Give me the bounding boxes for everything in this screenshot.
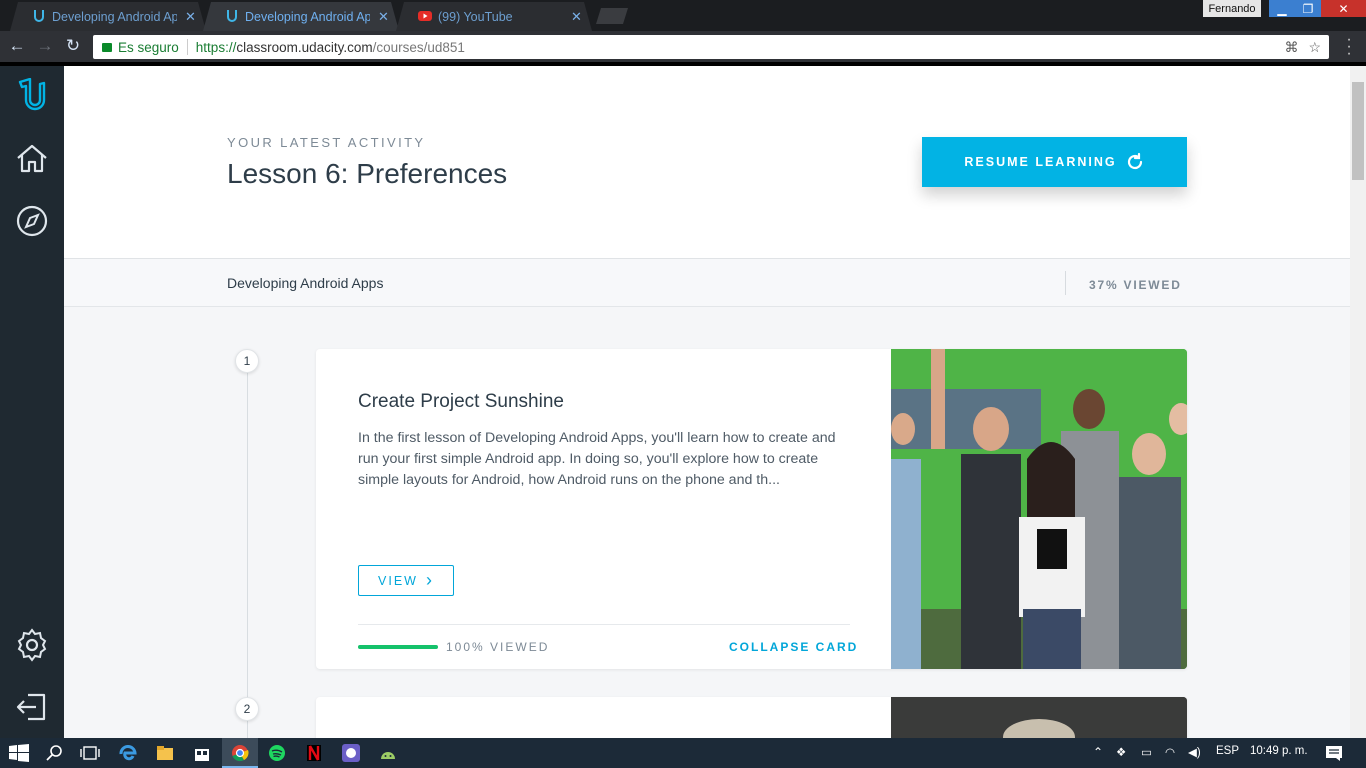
volume-icon[interactable]: ◀): [1188, 745, 1201, 759]
lock-icon: [102, 42, 112, 52]
lesson-card: Create Project Sunshine In the first les…: [316, 349, 1187, 669]
screen: { "browser": { "tabs": [ {"label": "Deve…: [0, 0, 1366, 768]
course-viewed-percent: 37% VIEWED: [1089, 278, 1182, 292]
lesson-card-photo: [891, 697, 1187, 738]
lesson-progress-fill: [358, 645, 438, 649]
gear-icon[interactable]: [14, 627, 50, 663]
latest-activity-kicker: YOUR LATEST ACTIVITY: [227, 135, 426, 150]
divider: [186, 39, 188, 55]
netflix-icon[interactable]: [304, 744, 324, 762]
close-window-icon[interactable]: ✕: [1321, 0, 1366, 17]
url-scheme: https://: [195, 39, 237, 55]
browser-tab-2[interactable]: Developing Android App ✕: [203, 2, 399, 31]
udacity-logo-icon[interactable]: [14, 78, 50, 114]
scrollbar-thumb[interactable]: [1352, 82, 1364, 180]
udacity-icon: [32, 9, 46, 23]
security-label: Es seguro: [118, 39, 179, 55]
tab-label: Developing Android App: [245, 9, 370, 24]
wifi-icon[interactable]: ◠: [1165, 745, 1175, 759]
new-tab-button[interactable]: [596, 8, 628, 24]
url-text: https://classroom.udacity.com/courses/ud…: [196, 40, 465, 55]
windows-start-icon[interactable]: [9, 744, 29, 762]
logout-icon[interactable]: [14, 689, 50, 725]
lesson-step-number: 2: [235, 697, 259, 721]
course-bar: Developing Android Apps 37% VIEWED: [64, 258, 1350, 307]
tab-label: (99) YouTube: [438, 9, 513, 24]
youtube-icon: [418, 9, 432, 23]
refresh-icon: [1127, 152, 1142, 170]
lesson-title: Lesson 6: Preferences: [227, 158, 508, 189]
lesson-card: [316, 697, 1187, 738]
chrome-taskbar-item[interactable]: [222, 738, 258, 768]
close-tab-icon[interactable]: ✕: [185, 9, 196, 25]
app-purple-icon[interactable]: [341, 744, 361, 762]
restore-icon[interactable]: ❐: [1295, 0, 1321, 17]
udacity-sidebar: [0, 66, 64, 738]
lesson-step-number: 1: [235, 349, 259, 373]
compass-icon[interactable]: [14, 203, 50, 239]
divider: [358, 624, 850, 625]
windows-taskbar: ⌃ ❖ ▭ ◠ ◀) ESP 10:49 p. m.: [0, 738, 1366, 768]
forward-icon[interactable]: →: [34, 35, 56, 57]
browser-tab-3[interactable]: (99) YouTube ✕: [396, 2, 592, 31]
search-icon[interactable]: [45, 744, 65, 762]
lesson-card-title: Create Project Sunshine: [358, 391, 564, 412]
edge-icon[interactable]: [118, 744, 138, 762]
task-view-icon[interactable]: [80, 744, 100, 762]
course-name: Developing Android Apps: [227, 275, 384, 291]
close-tab-icon[interactable]: ✕: [378, 9, 389, 25]
resume-learning-label: RESUME LEARNING: [964, 155, 1117, 169]
lesson-progress-label: 100% VIEWED: [446, 640, 550, 654]
url-path: /courses/ud851: [372, 39, 465, 55]
lesson-photo-image: [891, 697, 1187, 738]
view-label: VIEW: [378, 573, 418, 588]
system-clock[interactable]: 10:49 p. m.: [1250, 745, 1308, 757]
tab-label: Developing Android App: [52, 9, 177, 24]
chevron-right-icon: ›: [425, 570, 434, 590]
reload-icon[interactable]: ↻: [62, 35, 84, 57]
url-host: classroom.udacity.com: [236, 39, 373, 55]
translate-icon[interactable]: ⌘: [1284, 39, 1298, 56]
lesson-card-photo: [891, 349, 1187, 669]
browser-tab-1[interactable]: Developing Android App ✕: [10, 2, 206, 31]
bookmark-star-icon[interactable]: ☆: [1308, 39, 1321, 56]
browser-menu-icon[interactable]: · · ·: [1344, 32, 1354, 62]
group-photo-image: [891, 349, 1187, 669]
file-explorer-icon[interactable]: [155, 744, 175, 762]
dropbox-icon[interactable]: ❖: [1116, 745, 1126, 759]
collapse-card-button[interactable]: COLLAPSE CARD: [729, 640, 858, 654]
view-lesson-button[interactable]: VIEW ›: [358, 565, 454, 596]
resume-learning-button[interactable]: RESUME LEARNING: [922, 137, 1187, 187]
classroom-page: YOUR LATEST ACTIVITY Lesson 6: Preferenc…: [64, 66, 1350, 738]
lesson-card-description: In the first lesson of Developing Androi…: [358, 430, 836, 488]
profile-button[interactable]: Fernando: [1203, 0, 1261, 17]
back-icon[interactable]: ←: [6, 35, 28, 57]
store-icon[interactable]: [192, 744, 212, 762]
tray-chevron-up-icon[interactable]: ⌃: [1093, 745, 1103, 759]
notification-center-icon[interactable]: [1324, 744, 1344, 762]
minimize-icon[interactable]: ▁: [1269, 0, 1295, 17]
address-bar[interactable]: Es seguro https://classroom.udacity.com/…: [93, 35, 1329, 59]
lesson-progress-bar: [358, 645, 438, 649]
latest-activity-header: YOUR LATEST ACTIVITY Lesson 6: Preferenc…: [64, 66, 1350, 258]
divider: [1065, 271, 1066, 295]
lesson-timeline: [247, 360, 248, 738]
browser-title-bar: Developing Android App ✕ Developing Andr…: [0, 0, 1366, 31]
udacity-icon: [225, 9, 239, 23]
chrome-icon: [232, 745, 249, 762]
input-language[interactable]: ESP: [1216, 745, 1239, 757]
spotify-icon[interactable]: [267, 744, 287, 762]
battery-icon[interactable]: ▭: [1141, 745, 1152, 759]
page-scrollbar[interactable]: [1350, 66, 1366, 738]
home-icon[interactable]: [14, 141, 50, 177]
android-studio-icon[interactable]: [378, 744, 398, 762]
close-tab-icon[interactable]: ✕: [571, 9, 582, 25]
